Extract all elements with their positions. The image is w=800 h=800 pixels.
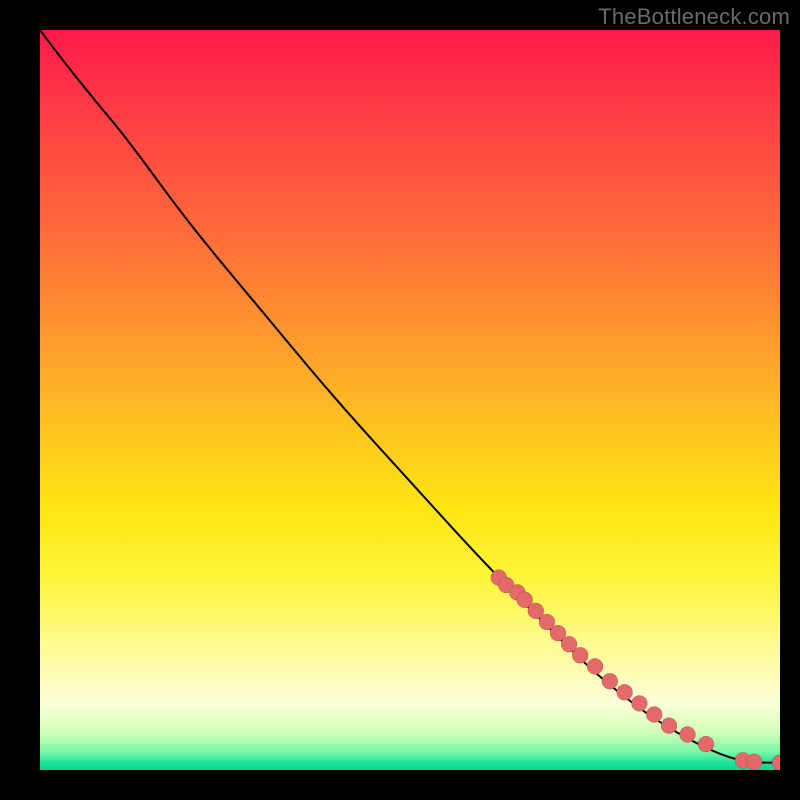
data-point	[661, 718, 677, 734]
data-point	[631, 695, 647, 711]
data-point	[646, 707, 662, 723]
chart-overlay	[40, 30, 780, 770]
chart-frame: TheBottleneck.com	[0, 0, 800, 800]
data-point	[746, 754, 762, 770]
scatter-points	[491, 570, 780, 770]
data-point	[587, 658, 603, 674]
data-point	[617, 684, 633, 700]
plot-area	[40, 30, 780, 770]
data-point	[602, 673, 618, 689]
data-point	[680, 726, 696, 742]
watermark-text: TheBottleneck.com	[598, 4, 790, 30]
data-point	[698, 736, 714, 752]
data-point	[772, 755, 780, 770]
data-point	[572, 647, 588, 663]
bottleneck-curve	[40, 30, 780, 763]
